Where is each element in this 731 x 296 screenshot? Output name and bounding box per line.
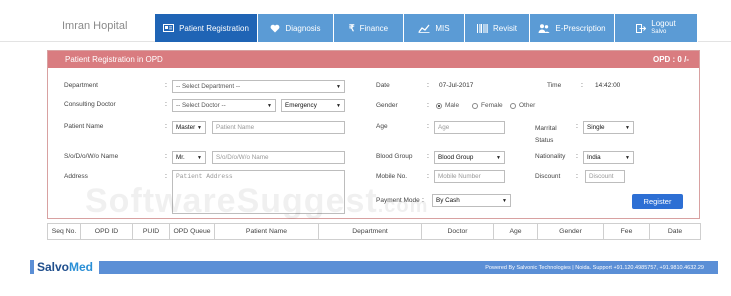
chevron-down-icon: ▼ xyxy=(336,83,341,90)
hospital-name: Imran Hopital xyxy=(62,20,128,32)
mobile-input[interactable]: Mobile Number xyxy=(434,170,505,183)
time-value: 14:42:00 xyxy=(595,82,621,89)
column-header[interactable]: Date xyxy=(650,224,700,239)
department-label: Department xyxy=(64,82,98,89)
register-button[interactable]: Register xyxy=(632,194,683,209)
nav-patient-registration[interactable]: Patient Registration xyxy=(155,14,258,42)
nav-finance[interactable]: ₹ Finance xyxy=(334,14,404,42)
line-chart-icon xyxy=(418,24,430,33)
gender-other-radio[interactable]: Other xyxy=(510,102,535,109)
users-icon xyxy=(538,23,550,33)
department-select[interactable]: -- Select Department -- ▼ xyxy=(172,80,345,93)
column-header[interactable]: Patient Name xyxy=(215,224,319,239)
main-nav: Patient Registration Diagnosis ₹ Finance… xyxy=(155,14,698,42)
logged-in-user: Salvo xyxy=(651,29,667,35)
chevron-down-icon: ▼ xyxy=(496,154,501,161)
nationality-select[interactable]: India ▼ xyxy=(583,151,634,164)
panel-title: Patient Registration in OPD xyxy=(65,55,163,64)
nav-label: E-Prescription xyxy=(555,23,606,33)
column-header[interactable]: Age xyxy=(494,224,538,239)
nav-label: Patient Registration xyxy=(179,23,249,33)
rupee-icon: ₹ xyxy=(348,22,355,33)
marital-status-label: Marrital Status xyxy=(535,125,557,144)
marital-status-select[interactable]: Single ▼ xyxy=(583,121,634,134)
chevron-down-icon: ▼ xyxy=(197,124,202,131)
column-header[interactable]: Fee xyxy=(604,224,650,239)
payment-mode-select[interactable]: By Cash ▼ xyxy=(432,194,511,207)
date-label: Date xyxy=(376,82,390,89)
sign-out-icon xyxy=(636,23,647,33)
panel-header: Patient Registration in OPD OPD : 0 /- xyxy=(48,51,699,68)
logout-label: Logout xyxy=(651,19,676,28)
nav-revisit[interactable]: Revisit xyxy=(465,14,530,42)
footer-text: Powered By Salvonic Technologies | Noida… xyxy=(485,264,704,271)
nav-mis[interactable]: MIS xyxy=(404,14,465,42)
address-label: Address xyxy=(64,173,88,180)
visit-type-select[interactable]: Emergency ▼ xyxy=(281,99,345,112)
nav-label: Revisit xyxy=(492,23,517,33)
blood-group-label: Blood Group xyxy=(376,153,413,160)
heart-icon xyxy=(270,24,280,33)
nav-label: Finance xyxy=(359,23,389,33)
gender-label: Gender xyxy=(376,102,398,109)
salvomed-logo: SalvoMed xyxy=(30,259,100,275)
nationality-label: Nationality xyxy=(535,153,566,160)
chevron-down-icon: ▼ xyxy=(502,197,507,204)
chevron-down-icon: ▼ xyxy=(625,124,630,131)
patient-title-select[interactable]: Master ▼ xyxy=(172,121,206,134)
time-label: Time xyxy=(547,82,562,89)
column-header[interactable]: Department xyxy=(319,224,422,239)
opd-counter: OPD : 0 /- xyxy=(652,55,689,64)
age-input[interactable]: Age xyxy=(434,121,505,134)
nav-e-prescription[interactable]: E-Prescription xyxy=(530,14,615,42)
relation-name-label: S/o/D/o/W/o Name xyxy=(64,153,119,160)
mobile-label: Mobile No. xyxy=(376,173,408,180)
discount-input[interactable]: Discount xyxy=(585,170,625,183)
chevron-down-icon: ▼ xyxy=(267,102,272,109)
chevron-down-icon: ▼ xyxy=(197,154,202,161)
patient-name-input[interactable]: Patient Name xyxy=(212,121,345,134)
blood-group-select[interactable]: Blood Group ▼ xyxy=(434,151,505,164)
column-header[interactable]: Doctor xyxy=(422,224,494,239)
doctor-select[interactable]: -- Select Doctor -- ▼ xyxy=(172,99,276,112)
patient-name-label: Patient Name xyxy=(64,123,104,130)
column-header[interactable]: OPD Queue xyxy=(170,224,215,239)
id-card-icon xyxy=(163,24,175,32)
nav-diagnosis[interactable]: Diagnosis xyxy=(258,14,334,42)
registrations-table-header: Seq No. OPD ID PUID OPD Queue Patient Na… xyxy=(47,223,701,240)
relation-name-input[interactable]: S/o/D/o/W/o Name xyxy=(212,151,345,164)
gender-female-radio[interactable]: Female xyxy=(472,102,503,109)
nav-logout[interactable]: Logout Salvo xyxy=(615,14,698,42)
chevron-down-icon: ▼ xyxy=(336,102,341,109)
barcode-icon xyxy=(476,23,488,33)
column-header[interactable]: PUID xyxy=(133,224,170,239)
chevron-down-icon: ▼ xyxy=(625,154,630,161)
watermark: SoftwareSuggest.com xyxy=(85,182,429,220)
nav-label: Diagnosis xyxy=(285,23,321,33)
column-header[interactable]: OPD ID xyxy=(81,224,133,239)
column-header[interactable]: Gender xyxy=(538,224,604,239)
age-label: Age xyxy=(376,123,388,130)
relation-title-select[interactable]: Mr. ▼ xyxy=(172,151,206,164)
footer-bar: Powered By Salvonic Technologies | Noida… xyxy=(30,261,718,274)
consulting-doctor-label: Consulting Doctor xyxy=(64,101,116,108)
nav-label: MIS xyxy=(435,23,450,33)
discount-label: Discount xyxy=(535,173,561,180)
gender-male-radio[interactable]: Male xyxy=(436,102,459,109)
column-header[interactable]: Seq No. xyxy=(48,224,81,239)
date-value: 07-Jul-2017 xyxy=(439,82,474,89)
top-bar: Imran Hopital Patient Registration Diagn… xyxy=(0,0,731,42)
